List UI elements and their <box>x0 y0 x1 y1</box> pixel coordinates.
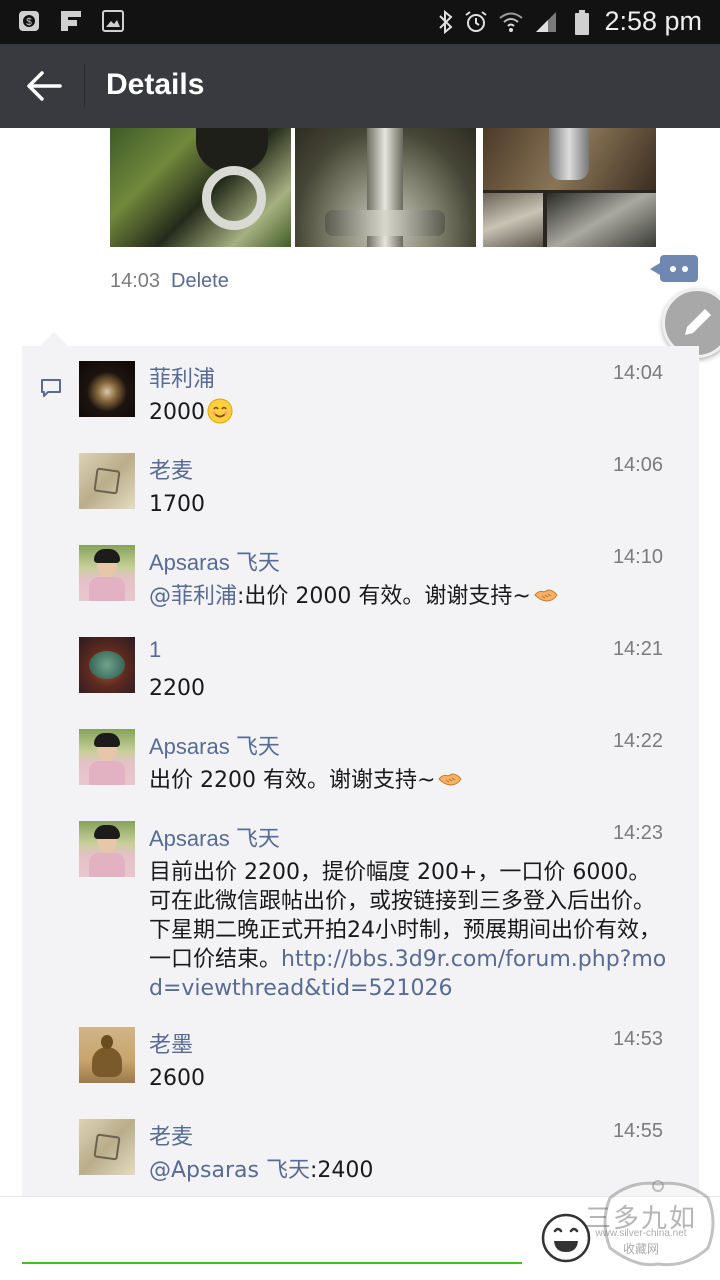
avatar-detail <box>89 853 125 877</box>
comment-author[interactable]: 老麦 <box>149 453 193 485</box>
post-photo-2[interactable] <box>295 128 476 247</box>
f-notification-icon <box>61 11 81 31</box>
avatar-detail <box>89 761 125 785</box>
more-dot <box>682 266 688 272</box>
photo-detail <box>483 193 543 247</box>
comment-author[interactable]: 老麦 <box>149 1119 193 1151</box>
wifi-icon <box>499 12 523 32</box>
alarm-icon <box>465 11 487 32</box>
comment-time: 14:10 <box>612 546 663 568</box>
photo-detail <box>549 128 589 180</box>
comment-item[interactable]: 老麦 14:06 1700 <box>22 453 699 523</box>
handshake-emoji-icon <box>534 589 558 602</box>
photo-detail <box>483 128 656 190</box>
comment-time: 14:55 <box>612 1120 663 1142</box>
comment-text: 1700 <box>149 490 669 519</box>
avatar-detail <box>94 549 120 563</box>
avatar[interactable] <box>79 361 135 417</box>
comment-author[interactable]: Apsaras 飞天 <box>149 545 280 577</box>
more-actions-button[interactable] <box>650 255 698 282</box>
post-photo-3[interactable] <box>483 128 656 247</box>
comment-text: 目前出价 2200，提价幅度 200+，一口价 6000。可在此微信跟帖出价，或… <box>149 858 669 1003</box>
comment-body: :出价 2000 有效。谢谢支持~ <box>237 584 531 609</box>
comment-text: @Apsaras 飞天:2400 <box>149 1156 669 1185</box>
comment-text: @菲利浦:出价 2000 有效。谢谢支持~ <box>149 582 669 611</box>
mention-link[interactable]: @菲利浦 <box>149 584 237 609</box>
comment-body: 出价 2200 有效。谢谢支持~ <box>149 768 436 793</box>
comment-body: 2600 <box>149 1066 205 1091</box>
comment-time: 14:21 <box>612 638 663 660</box>
comment-body: 1700 <box>149 492 205 517</box>
comment-item[interactable]: Apsaras 飞天 14:23 目前出价 2200，提价幅度 200+，一口价… <box>22 821 699 1001</box>
panel-notch <box>40 332 68 346</box>
comment-time: 14:22 <box>612 730 663 752</box>
avatar-detail <box>89 577 125 601</box>
post-photo-1[interactable] <box>110 128 291 247</box>
avatar[interactable] <box>79 453 135 509</box>
avatar[interactable] <box>79 729 135 785</box>
avatar-detail <box>93 467 121 495</box>
comment-author[interactable]: 1 <box>149 637 161 663</box>
signal-icon <box>536 12 556 32</box>
avatar[interactable] <box>79 1119 135 1175</box>
status-bar: $ 2:58 pm <box>0 0 720 44</box>
avatar[interactable] <box>79 1027 135 1083</box>
more-dot <box>670 266 676 272</box>
comment-author[interactable]: 菲利浦 <box>149 361 215 393</box>
comment-input[interactable] <box>22 1196 522 1264</box>
photo-detail <box>202 166 266 230</box>
comment-item[interactable]: 菲利浦 14:04 2000 <box>22 361 699 431</box>
comment-time: 14:23 <box>612 822 663 844</box>
handshake-emoji-icon <box>438 773 463 786</box>
arrow-left-icon <box>27 71 62 101</box>
comment-item[interactable]: 老墨 14:53 2600 <box>22 1027 699 1097</box>
avatar[interactable] <box>79 821 135 877</box>
svg-text:$: $ <box>26 17 32 28</box>
delete-link[interactable]: Delete <box>171 270 229 293</box>
page-title: Details <box>106 68 205 101</box>
avatar-detail <box>89 651 125 679</box>
comment-text: 2000 <box>149 398 669 427</box>
comment-body: 2000 <box>149 400 205 425</box>
comment-text: 2200 <box>149 674 669 703</box>
smile-emoji-icon <box>207 398 233 424</box>
app-bar: Details <box>0 44 720 128</box>
comment-item[interactable]: Apsaras 飞天 14:22 出价 2200 有效。谢谢支持~ <box>22 729 699 799</box>
avatar-detail <box>101 1035 113 1049</box>
avatar-detail <box>92 1047 122 1077</box>
comment-item[interactable]: 1 14:21 2200 <box>22 637 699 707</box>
s-notification-icon: $ <box>19 11 39 31</box>
avatar-detail <box>93 1133 121 1161</box>
comment-author[interactable]: Apsaras 飞天 <box>149 821 280 853</box>
watermark-url: www.silver-china.net <box>595 1228 687 1239</box>
photo-detail <box>547 193 656 247</box>
comment-time: 14:06 <box>612 454 663 476</box>
comment-author[interactable]: Apsaras 飞天 <box>149 729 280 761</box>
image-notification-icon <box>102 10 124 32</box>
comment-text: 2600 <box>149 1064 669 1093</box>
app-bar-divider <box>84 64 85 108</box>
comment-time: 14:53 <box>612 1028 663 1050</box>
comment-time: 14:04 <box>612 362 663 384</box>
post-time: 14:03 <box>110 270 161 292</box>
avatar-detail <box>94 733 120 747</box>
battery-icon <box>575 10 589 35</box>
comment-author[interactable]: 老墨 <box>149 1027 193 1059</box>
photo-detail <box>325 210 445 236</box>
watermark-subtitle: 收藏网 <box>622 1242 659 1256</box>
comment-body: 2200 <box>149 676 205 701</box>
back-button[interactable] <box>22 64 66 108</box>
comment-body: :2400 <box>309 1158 374 1183</box>
bluetooth-icon <box>439 10 453 34</box>
avatar-detail <box>94 825 120 839</box>
comment-text: 出价 2200 有效。谢谢支持~ <box>149 766 669 795</box>
mention-link[interactable]: @Apsaras 飞天 <box>149 1158 310 1183</box>
comment-item[interactable]: Apsaras 飞天 14:10 @菲利浦:出价 2000 有效。谢谢支持~ <box>22 545 699 615</box>
avatar[interactable] <box>79 637 135 693</box>
avatar[interactable] <box>79 545 135 601</box>
status-time: 2:58 pm <box>604 6 702 36</box>
